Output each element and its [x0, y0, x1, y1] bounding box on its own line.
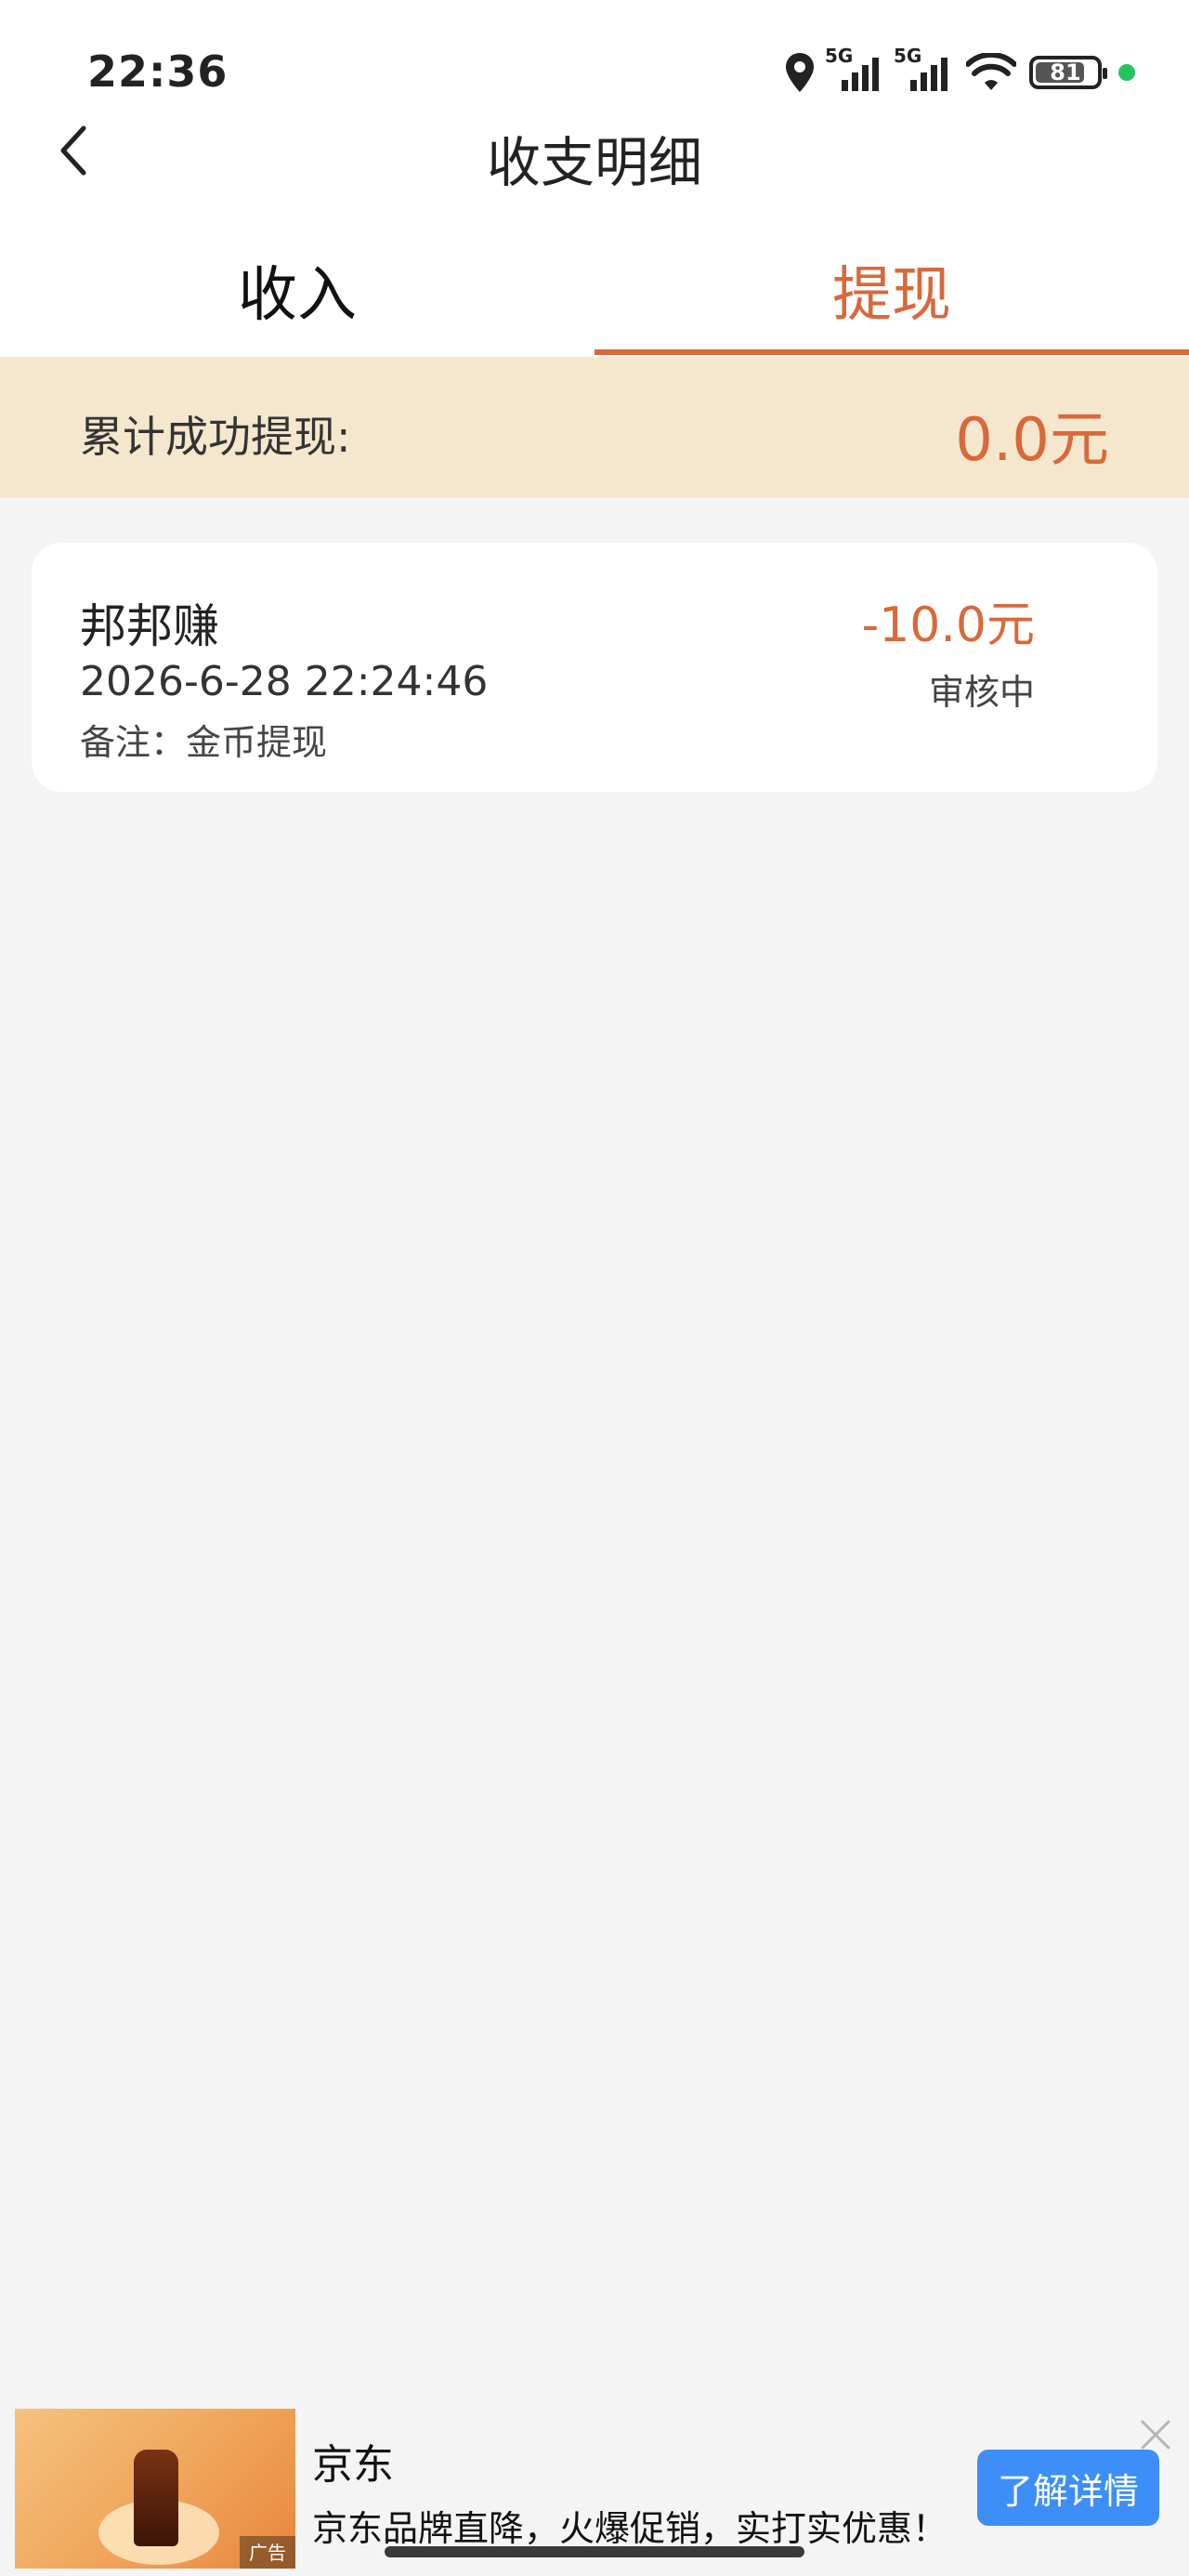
tab-income[interactable]: 收入	[0, 223, 594, 357]
record-status: 审核中	[928, 672, 1035, 713]
ad-description: 京东品牌直降，火爆促销，实打实优惠！	[312, 2508, 948, 2549]
signal-icon: 5G	[894, 45, 953, 93]
ad-image[interactable]: 广告	[15, 2409, 295, 2569]
privacy-indicator	[1118, 64, 1135, 81]
close-icon	[1141, 2420, 1170, 2450]
status-time: 22:36	[87, 46, 229, 97]
tab-bar: 收入 提现	[0, 223, 1189, 357]
withdraw-summary: 累计成功提现: 0.0元	[0, 357, 1189, 498]
signal-icon: 5G	[825, 45, 884, 93]
record-note: 备注：金币提现	[80, 722, 328, 763]
network-type-label: 5G	[894, 45, 922, 67]
wifi-icon	[966, 53, 1016, 90]
home-indicator[interactable]	[385, 2546, 804, 2557]
navigation-bar: 收支明细	[0, 110, 1189, 194]
ad-details-button[interactable]: 了解详情	[977, 2450, 1159, 2526]
close-ad-button[interactable]	[1139, 2418, 1172, 2451]
tab-withdraw[interactable]: 提现	[594, 223, 1189, 357]
summary-label: 累计成功提现:	[80, 412, 351, 462]
status-icons: 5G 5G 81	[784, 45, 1135, 99]
battery-icon: 81	[1029, 56, 1107, 89]
battery-percentage: 81	[1050, 59, 1081, 85]
location-icon	[786, 53, 814, 92]
active-tab-indicator	[594, 349, 1189, 355]
record-amount: -10.0元	[861, 598, 1035, 653]
summary-value: 0.0元	[955, 406, 1109, 475]
network-type-label: 5G	[825, 45, 854, 67]
record-time: 2026-6-28 22:24:46	[80, 658, 489, 705]
page-title: 收支明细	[486, 131, 702, 194]
status-bar: 22:36 5G 5G 81	[0, 0, 1189, 121]
ad-brand: 京东	[312, 2441, 394, 2489]
record-title: 邦邦赚	[80, 599, 219, 653]
ad-badge: 广告	[240, 2536, 295, 2569]
list-item[interactable]: 邦邦赚 2026-6-28 22:24:46 备注：金币提现 -10.0元 审核…	[32, 543, 1157, 792]
